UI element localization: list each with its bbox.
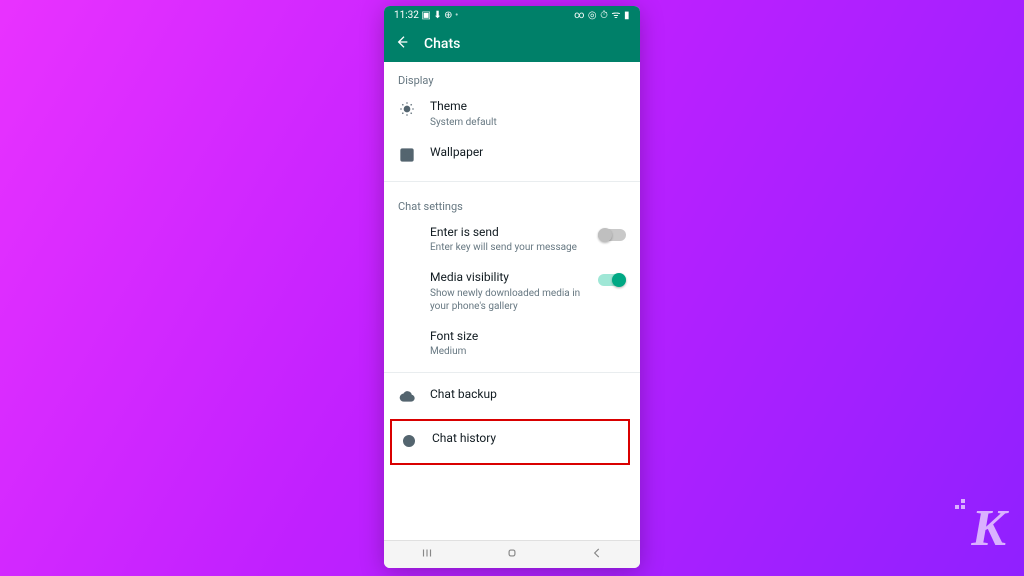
media-visibility-subtitle: Show newly downloaded media in your phon… [430, 287, 584, 313]
theme-row[interactable]: Theme System default [384, 91, 640, 137]
settings-list[interactable]: Display Theme System default [384, 62, 640, 540]
wallpaper-title: Wallpaper [430, 145, 626, 161]
section-chat-settings-label: Chat settings [384, 188, 640, 217]
recents-button[interactable] [420, 546, 434, 563]
page-title: Chats [424, 36, 460, 52]
app-bar: Chats [384, 26, 640, 62]
media-visibility-title: Media visibility [430, 270, 584, 286]
font-size-subtitle: Medium [430, 345, 626, 358]
divider [384, 372, 640, 373]
android-nav-bar [384, 540, 640, 568]
theme-title: Theme [430, 99, 626, 115]
cloud-upload-icon [399, 389, 415, 409]
theme-icon [399, 101, 415, 121]
enter-is-send-title: Enter is send [430, 225, 584, 241]
status-left-icons: ▣ ⬇ ⊕ [421, 10, 452, 21]
chat-history-title: Chat history [432, 431, 620, 447]
wallpaper-row[interactable]: Wallpaper [384, 137, 640, 175]
status-right-icons: ∞ ◎ ⏱ ᯤ ▮ [574, 10, 630, 21]
home-button[interactable] [505, 546, 519, 563]
media-visibility-row[interactable]: Media visibility Show newly downloaded m… [384, 262, 640, 321]
font-size-title: Font size [430, 329, 626, 345]
theme-subtitle: System default [430, 116, 626, 129]
back-button[interactable] [590, 546, 604, 563]
watermark-logo: K [955, 499, 1006, 558]
wallpaper-icon [399, 147, 415, 167]
divider [384, 181, 640, 182]
section-display-label: Display [384, 62, 640, 91]
status-bar: 11:32 ▣ ⬇ ⊕ • ∞ ◎ ⏱ ᯤ ▮ [384, 6, 640, 26]
media-visibility-toggle[interactable] [598, 274, 626, 286]
chat-backup-title: Chat backup [430, 387, 626, 403]
chat-history-row[interactable]: Chat history [390, 419, 630, 465]
phone-frame: 11:32 ▣ ⬇ ⊕ • ∞ ◎ ⏱ ᯤ ▮ Chats Display [384, 6, 640, 568]
status-time: 11:32 [394, 10, 419, 21]
back-icon[interactable] [394, 34, 410, 54]
enter-is-send-subtitle: Enter key will send your message [430, 241, 584, 254]
enter-is-send-toggle[interactable] [598, 229, 626, 241]
history-icon [401, 433, 417, 453]
chat-backup-row[interactable]: Chat backup [384, 379, 640, 417]
font-size-row[interactable]: Font size Medium [384, 321, 640, 367]
enter-is-send-row[interactable]: Enter is send Enter key will send your m… [384, 217, 640, 263]
